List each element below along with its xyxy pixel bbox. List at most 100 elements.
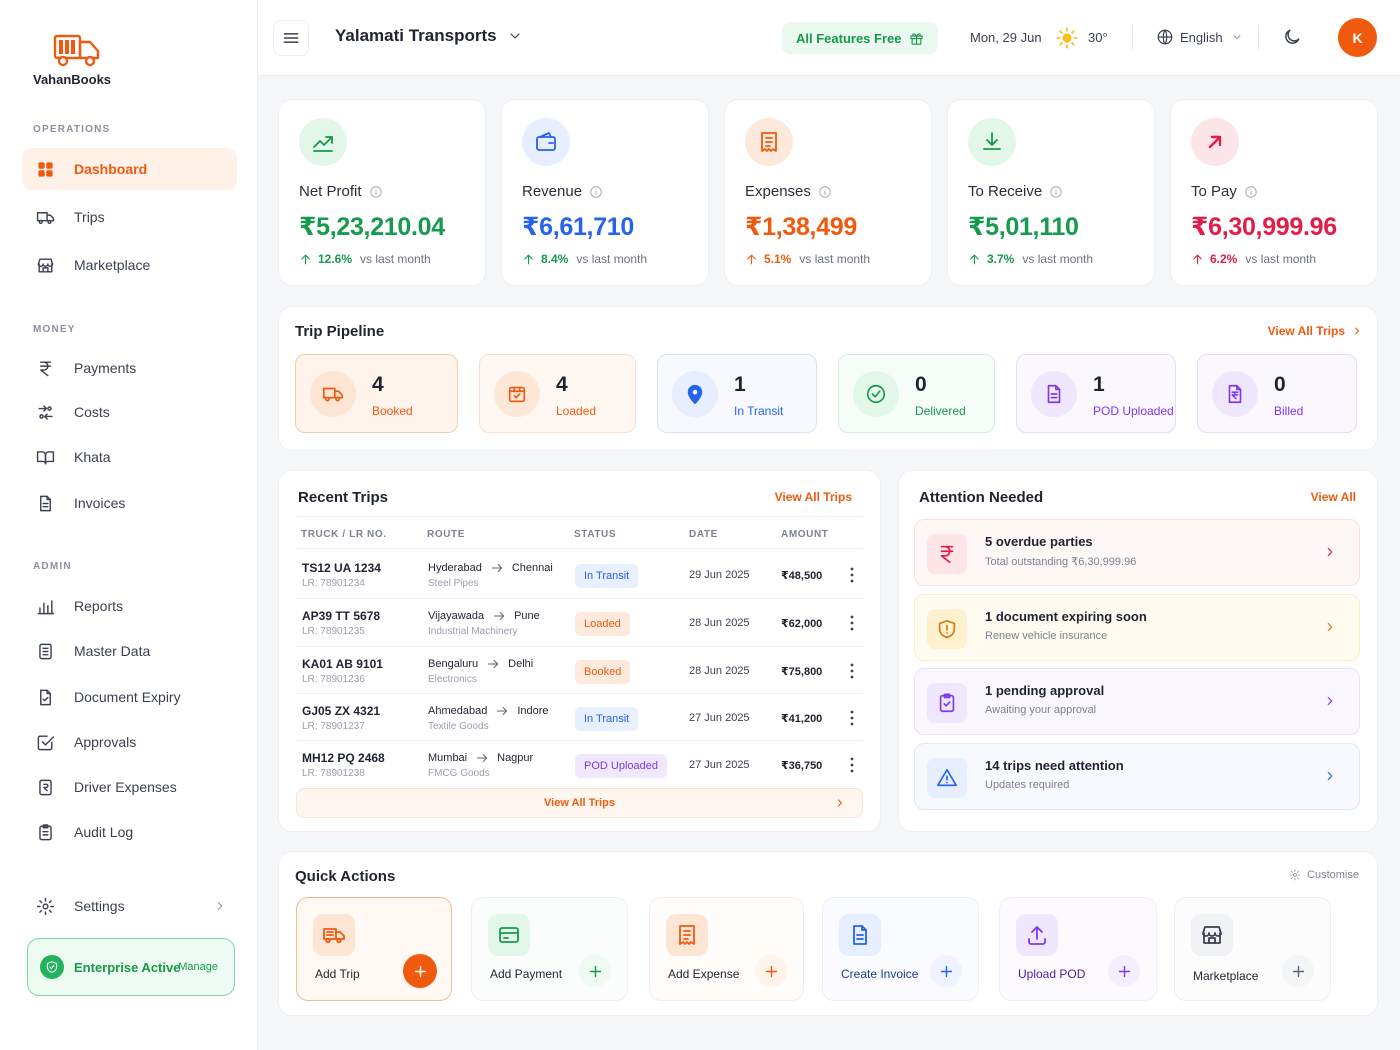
pipeline-stage-billed[interactable]: 0 Billed — [1197, 354, 1357, 433]
more-vertical-icon[interactable] — [845, 614, 859, 632]
quick-action-add-trip[interactable]: Add Trip — [296, 897, 452, 1001]
arrow-right-icon — [491, 564, 502, 572]
trip-amount: ₹48,500 — [781, 570, 823, 582]
quick-action-create-invoice[interactable]: Create Invoice — [822, 897, 979, 1001]
sidebar-item-marketplace[interactable]: Marketplace — [22, 244, 237, 286]
stage-label: POD Uploaded — [1093, 404, 1174, 418]
map-pin-icon — [672, 371, 718, 417]
arrow-right-icon — [476, 754, 488, 762]
company-selector[interactable]: Yalamati Transports — [335, 26, 523, 46]
attention-item-pending-approval[interactable]: 1 pending approval Awaiting your approva… — [914, 668, 1360, 735]
sidebar-item-costs[interactable]: Costs — [22, 391, 237, 433]
sidebar-item-payments[interactable]: Payments — [22, 347, 237, 389]
quick-action-add-payment[interactable]: Add Payment — [471, 897, 628, 1001]
plus-icon[interactable] — [930, 955, 962, 987]
quick-action-add-expense[interactable]: Add Expense — [649, 897, 804, 1001]
more-vertical-icon[interactable] — [845, 662, 859, 680]
manage-link[interactable]: Manage — [178, 961, 218, 973]
more-vertical-icon[interactable] — [845, 756, 859, 774]
stat-value: ₹6,61,710 — [522, 213, 635, 241]
enterprise-status-card[interactable]: Enterprise Active Manage — [27, 938, 235, 996]
table-row[interactable]: TS12 UA 1234 LR: 78901234 Hyderabad Chenn… — [279, 551, 882, 598]
temperature: 30° — [1088, 30, 1108, 45]
view-all-trips-link[interactable]: View All Trips — [1268, 324, 1363, 338]
plus-icon[interactable] — [1282, 955, 1314, 987]
stat-card-revenue[interactable]: Revenue ₹6,61,710 8.4% vs last month — [501, 99, 709, 286]
trip-pipeline-card: Trip Pipeline View All Trips 4 Booked 4 … — [278, 306, 1378, 451]
view-all-trips-link[interactable]: View All Trips — [775, 490, 852, 504]
pipeline-stage-in-transit[interactable]: 1 In Transit — [657, 354, 817, 433]
stage-count: 4 — [556, 373, 568, 396]
status-badge: In Transit — [575, 564, 639, 588]
stat-value: ₹5,01,110 — [968, 213, 1079, 241]
stat-card-to-pay[interactable]: To Pay ₹6,30,999.96 6.2% vs last month — [1170, 99, 1378, 286]
card-icon — [488, 914, 530, 956]
attention-item-document-expiring[interactable]: 1 document expiring soon Renew vehicle i… — [914, 594, 1360, 661]
sidebar-item-trips[interactable]: Trips — [22, 196, 237, 238]
stat-label: To Pay — [1191, 183, 1258, 200]
language-selector[interactable]: English — [1156, 28, 1243, 46]
goods-type: Electronics — [428, 674, 477, 685]
attention-title: 1 document expiring soon — [985, 609, 1147, 624]
pipeline-stage-booked[interactable]: 4 Booked — [295, 354, 458, 433]
quick-action-label: Add Expense — [668, 967, 740, 981]
sidebar-item-document-expiry[interactable]: Document Expiry — [22, 676, 237, 718]
attention-title: 14 trips need attention — [985, 758, 1124, 773]
trip-amount: ₹41,200 — [781, 713, 823, 725]
view-all-trips-footer-button[interactable]: View All Trips — [296, 788, 863, 818]
sidebar-item-approvals[interactable]: Approvals — [22, 721, 237, 763]
sidebar-item-reports[interactable]: Reports — [22, 585, 237, 627]
arrow-right-icon — [488, 660, 499, 668]
route: Vijayawada Pune — [428, 610, 540, 622]
arrow-up-icon — [301, 254, 310, 264]
status-badge: POD Uploaded — [575, 754, 667, 778]
all-features-free-button[interactable]: All Features Free — [782, 22, 938, 54]
stat-card-expenses[interactable]: Expenses ₹1,38,499 5.1% vs last month — [724, 99, 932, 286]
quick-action-marketplace[interactable]: Marketplace — [1174, 897, 1331, 1001]
table-row[interactable]: KA01 AB 9101 LR: 78901236 Bengaluru Delhi… — [279, 647, 882, 694]
sidebar-item-invoices[interactable]: Invoices — [22, 482, 237, 524]
pipeline-stage-delivered[interactable]: 0 Delivered — [838, 354, 995, 433]
attention-item-overdue-parties[interactable]: 5 overdue parties Total outstanding ₹6,3… — [914, 519, 1360, 586]
exchange-icon — [38, 404, 53, 420]
sidebar-item-khata[interactable]: Khata — [22, 436, 237, 478]
more-vertical-icon[interactable] — [845, 566, 859, 584]
menu-toggle-button[interactable] — [273, 20, 309, 56]
pipeline-stage-pod-uploaded[interactable]: 1 POD Uploaded — [1016, 354, 1176, 433]
stat-card-net-profit[interactable]: Net Profit ₹5,23,210.04 12.6% vs last mon… — [278, 99, 486, 286]
sidebar-item-driver-expenses[interactable]: Driver Expenses — [22, 766, 237, 808]
pipeline-stage-loaded[interactable]: 4 Loaded — [479, 354, 636, 433]
stat-label: Net Profit — [299, 183, 383, 200]
more-vertical-icon[interactable] — [845, 709, 859, 727]
globe-icon — [1157, 29, 1173, 45]
brand-name: VahanBooks — [33, 72, 112, 87]
bar-chart-icon — [37, 599, 55, 614]
moon-dark-mode-icon[interactable] — [1282, 27, 1302, 47]
plus-icon[interactable] — [579, 955, 611, 987]
table-row[interactable]: MH12 PQ 2468 LR: 78901238 Mumbai Nagpur F… — [279, 741, 882, 788]
view-all-link[interactable]: View All — [1311, 490, 1356, 504]
chevron-right-icon — [1354, 327, 1360, 335]
plus-icon[interactable] — [403, 954, 437, 988]
attention-item-trips-need-attention[interactable]: 14 trips need attention Updates required — [914, 743, 1360, 810]
book-open-icon — [36, 450, 55, 465]
customise-button[interactable]: Customise — [1289, 869, 1359, 881]
stat-card-to-receive[interactable]: To Receive ₹5,01,110 3.7% vs last month — [947, 99, 1155, 286]
plus-icon[interactable] — [755, 955, 787, 987]
trip-date: 29 Jun 2025 — [689, 569, 750, 581]
table-row[interactable]: AP39 TT 5678 LR: 78901235 Vijayawada Pune… — [279, 599, 882, 646]
sidebar-item-dashboard[interactable]: Dashboard — [22, 148, 237, 190]
quick-action-upload-pod[interactable]: Upload POD — [999, 897, 1157, 1001]
sidebar-item-audit-log[interactable]: Audit Log — [22, 811, 237, 853]
sidebar-item-master-data[interactable]: Master Data — [22, 630, 237, 672]
chevron-right-icon — [1327, 622, 1333, 632]
chevron-right-icon — [837, 799, 843, 807]
sun-weather-icon — [1056, 27, 1078, 49]
sidebar-item-settings[interactable]: Settings — [22, 885, 237, 927]
trip-amount: ₹36,750 — [781, 760, 823, 772]
plus-icon[interactable] — [1108, 955, 1140, 987]
upload-icon — [1016, 914, 1058, 956]
table-row[interactable]: GJ05 ZX 4321 LR: 78901237 Ahmedabad Indor… — [279, 694, 882, 741]
user-avatar[interactable]: K — [1338, 18, 1377, 57]
column-header-route: ROUTE — [427, 529, 465, 540]
